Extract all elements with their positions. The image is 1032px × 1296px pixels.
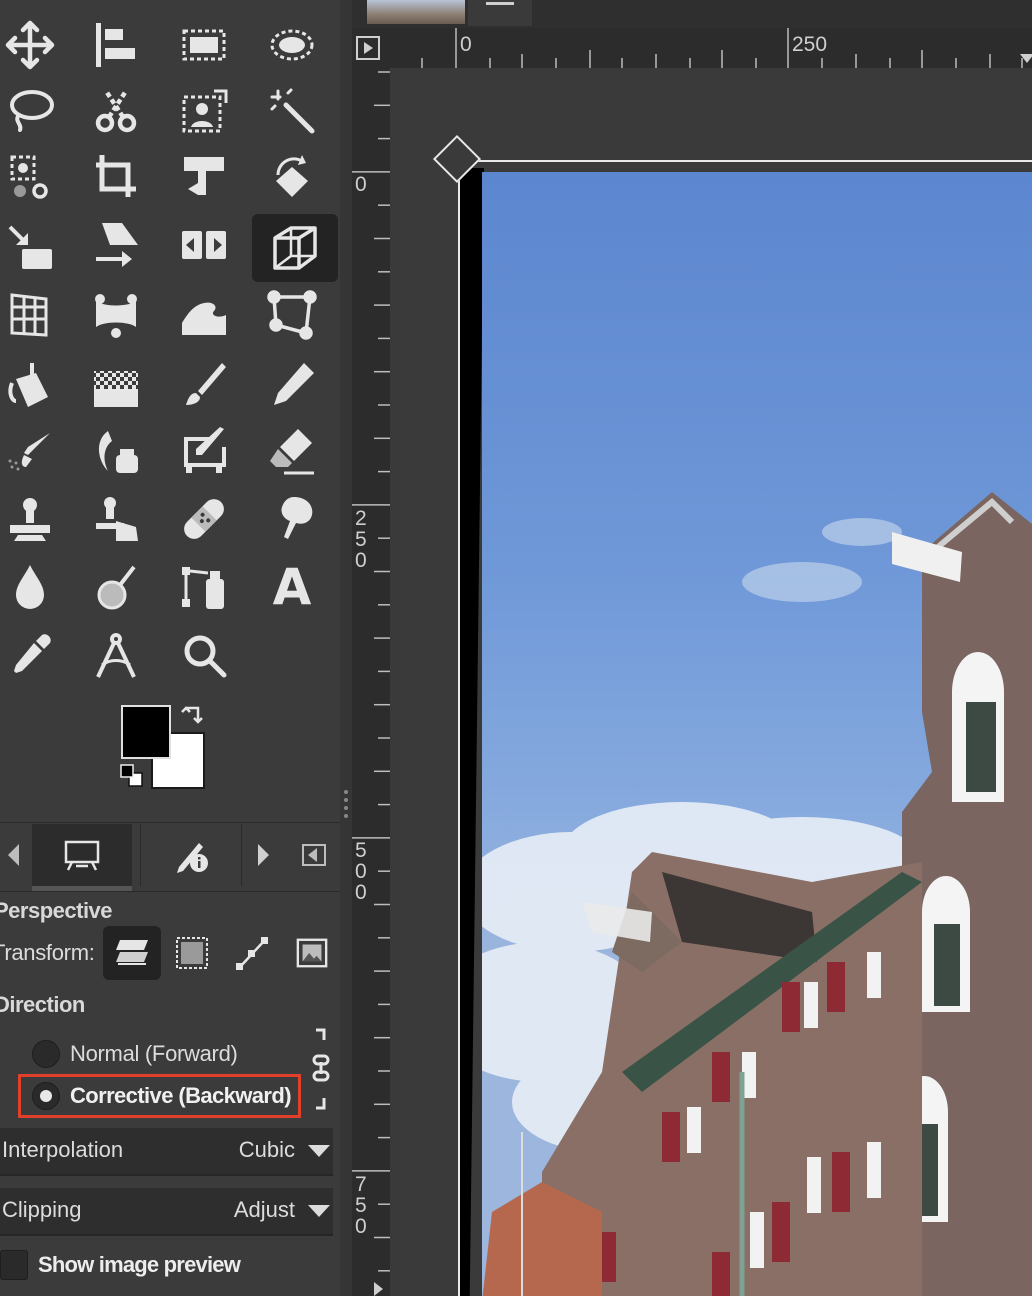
direction-label: Direction <box>0 992 85 1017</box>
tool-options-title: Perspective <box>0 898 113 923</box>
move-tool-icon[interactable] <box>0 14 70 76</box>
mypaint-brush-icon[interactable] <box>164 420 244 482</box>
layer-icon <box>116 940 148 965</box>
direction-chain-icon[interactable] <box>308 1028 334 1110</box>
canvas-image <box>482 172 1032 1296</box>
device-status-tab-icon <box>177 843 208 873</box>
pencil-icon[interactable] <box>252 354 332 416</box>
interpolation-label: Interpolation <box>2 1137 124 1162</box>
ink-icon[interactable] <box>76 420 156 482</box>
dock-separator[interactable] <box>340 0 352 1296</box>
transform-image-button[interactable] <box>283 926 341 980</box>
unified-transform-icon[interactable] <box>164 146 244 208</box>
scale-icon[interactable] <box>0 214 70 276</box>
direction-normal-label[interactable]: Normal (Forward) <box>70 1041 238 1067</box>
transform-label: Transform: <box>0 940 95 965</box>
clipping-dropdown-icon <box>308 1205 330 1217</box>
perspective-icon[interactable] <box>252 214 338 282</box>
foreground-select-icon[interactable] <box>164 80 244 142</box>
path-icon <box>236 937 268 970</box>
zoom-icon[interactable] <box>164 624 244 686</box>
image-tab-strip <box>352 0 1032 28</box>
swap-colors-icon[interactable] <box>180 704 208 728</box>
interpolation-value: Cubic <box>238 1137 295 1162</box>
h-ruler-label-0: 0 <box>460 33 472 56</box>
bucket-fill-icon[interactable] <box>0 354 70 416</box>
text-icon[interactable]: A <box>252 556 332 618</box>
layer-transparent-edge <box>460 168 484 1296</box>
clipping-combo[interactable]: Clipping Adjust <box>0 1188 333 1236</box>
handle-transform-icon[interactable] <box>252 284 332 346</box>
text-icon-glyph: A <box>272 558 312 616</box>
color-select-icon[interactable] <box>0 146 70 208</box>
v-ruler-label-750: 750 <box>355 1173 367 1238</box>
v-ruler-label-500: 500 <box>355 839 367 904</box>
selection-icon <box>176 937 208 969</box>
tool-options-tab-icon <box>64 840 100 871</box>
paths-icon[interactable] <box>164 556 244 618</box>
align-tool-icon[interactable] <box>76 14 156 76</box>
tab-tool-options[interactable] <box>32 824 132 891</box>
clipping-value: Adjust <box>233 1197 295 1222</box>
free-select-icon[interactable] <box>0 80 70 142</box>
direction-normal-radio[interactable] <box>32 1040 60 1068</box>
foreground-color-swatch[interactable] <box>121 705 171 759</box>
clone-icon[interactable] <box>0 488 70 550</box>
left-dock-panel: A Perspective Transform: Direction Norma… <box>0 0 340 1296</box>
image-icon <box>296 938 328 968</box>
transform-selection-button[interactable] <box>163 926 221 980</box>
cage-transform-icon[interactable] <box>0 284 70 346</box>
transform-path-button[interactable] <box>223 926 281 980</box>
ruler-right-arrow-icon <box>1020 54 1032 63</box>
v-ruler-label-0: 0 <box>355 173 367 196</box>
measure-icon[interactable] <box>76 624 156 686</box>
smudge-icon[interactable] <box>252 488 332 550</box>
image-tab-2[interactable] <box>468 0 532 26</box>
wave-icon[interactable] <box>164 284 244 346</box>
flip-icon[interactable] <box>164 214 244 276</box>
image-tab-thumbnail[interactable] <box>367 0 465 24</box>
clipping-label: Clipping <box>2 1197 82 1222</box>
separator-grip-icon <box>343 790 349 822</box>
direction-corrective-label[interactable]: Corrective (Backward) <box>70 1083 292 1109</box>
default-colors-icon[interactable] <box>119 763 145 789</box>
interpolation-combo[interactable]: Interpolation Cubic <box>0 1128 333 1176</box>
tab-device-status[interactable] <box>140 824 242 886</box>
gradient-icon[interactable] <box>76 354 156 416</box>
crop-icon[interactable] <box>76 146 156 208</box>
airbrush-icon[interactable] <box>0 420 70 482</box>
dock-menu-icon[interactable] <box>300 824 328 886</box>
eraser-icon[interactable] <box>252 420 332 482</box>
ruler-corner-button[interactable] <box>352 28 390 68</box>
shear-icon[interactable] <box>76 214 156 276</box>
paintbrush-icon[interactable] <box>164 354 244 416</box>
direction-corrective-radio[interactable] <box>32 1082 60 1110</box>
show-preview-checkbox[interactable] <box>0 1250 28 1280</box>
transform-layer-button[interactable] <box>103 926 161 980</box>
warp-transform-icon[interactable] <box>76 284 156 346</box>
tab-scroll-right-icon[interactable] <box>250 824 276 886</box>
ruler-bottom-arrow-icon <box>374 1282 383 1296</box>
v-ruler-label-250: 250 <box>355 507 367 572</box>
blur-sharpen-icon[interactable] <box>0 556 70 618</box>
perspective-clone-icon[interactable] <box>76 488 156 550</box>
h-ruler-label-250: 250 <box>792 33 828 56</box>
heal-icon[interactable] <box>164 488 244 550</box>
canvas-viewport[interactable] <box>390 68 1032 1296</box>
transform-frame-top <box>458 160 1032 164</box>
tab-scroll-left-icon[interactable] <box>0 824 26 886</box>
horizontal-ruler[interactable]: 0 250 <box>390 28 1032 68</box>
rotate-icon[interactable] <box>252 146 332 208</box>
fuzzy-select-icon[interactable] <box>252 80 332 142</box>
show-preview-label[interactable]: Show image preview <box>38 1252 241 1278</box>
color-picker-icon[interactable] <box>0 624 70 686</box>
vertical-ruler[interactable]: 0 250 500 750 <box>352 68 390 1296</box>
dodge-burn-icon[interactable] <box>76 556 156 618</box>
scissors-select-icon[interactable] <box>76 80 156 142</box>
rect-select-icon[interactable] <box>164 14 244 76</box>
ellipse-select-icon[interactable] <box>252 14 332 76</box>
interpolation-dropdown-icon <box>308 1145 330 1157</box>
image-window: 0 250 0 250 500 750 <box>352 0 1032 1296</box>
